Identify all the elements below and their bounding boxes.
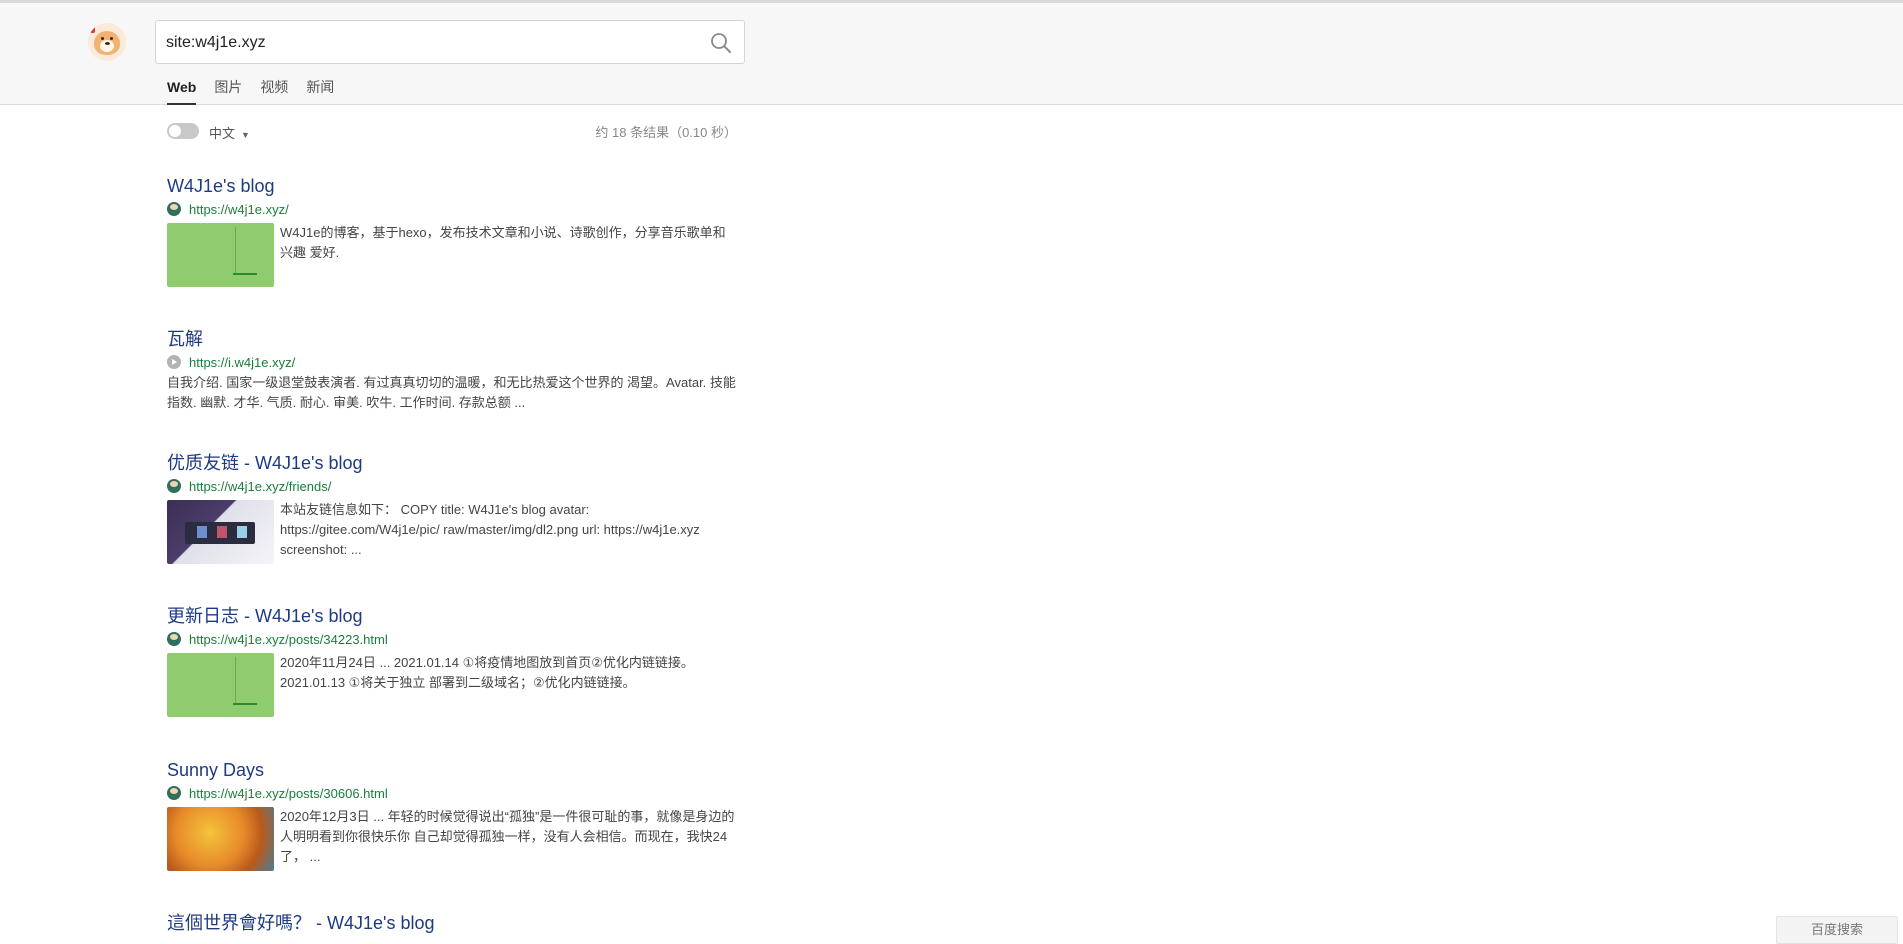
- toggle-knob: [169, 125, 181, 137]
- result-title-link[interactable]: 瓦解: [167, 328, 737, 350]
- result-url[interactable]: https://w4j1e.xyz/posts/30606.html: [189, 786, 388, 801]
- result-title-link[interactable]: Sunny Days: [167, 759, 737, 781]
- search-result: 瓦解 https://i.w4j1e.xyz/ 自我介绍. 国家一级退堂鼓表演者…: [167, 328, 737, 413]
- result-url[interactable]: https://w4j1e.xyz/: [189, 202, 289, 217]
- result-url[interactable]: https://w4j1e.xyz/posts/34223.html: [189, 632, 388, 647]
- blog-avatar-icon: [167, 632, 181, 646]
- result-snippet: 2020年11月24日 ... 2021.01.14 ①将疫情地图放到首页②优化…: [280, 655, 694, 690]
- region-toggle[interactable]: [167, 123, 199, 139]
- logo-icon[interactable]: [88, 23, 126, 61]
- tab-videos[interactable]: 视频: [260, 77, 288, 105]
- result-url[interactable]: https://w4j1e.xyz/friends/: [189, 479, 331, 494]
- search-result: 更新日志 - W4J1e's blog https://w4j1e.xyz/po…: [167, 605, 737, 717]
- result-snippet: 本站友链信息如下： COPY title: W4J1e's blog avata…: [280, 502, 700, 557]
- result-snippet: 2020年12月3日 ... 年轻的时候觉得说出“孤独”是一件很可耻的事，就像是…: [280, 809, 735, 864]
- result-title-link[interactable]: W4J1e's blog: [167, 175, 737, 197]
- caret-down-icon: ▼: [241, 130, 250, 140]
- blog-avatar-icon: [167, 202, 181, 216]
- result-url[interactable]: https://i.w4j1e.xyz/: [189, 355, 295, 370]
- filter-row: 中文 ▼ 约 18 条结果（0.10 秒）: [167, 120, 737, 142]
- search-result: 這個世界會好嗎？ - W4J1e's blog: [167, 912, 737, 934]
- result-title-link[interactable]: 這個世界會好嗎？ - W4J1e's blog: [167, 912, 737, 934]
- result-thumbnail[interactable]: [167, 807, 274, 871]
- search-result: Sunny Days https://w4j1e.xyz/posts/30606…: [167, 759, 737, 871]
- search-icon[interactable]: [710, 32, 732, 54]
- result-title-link[interactable]: 优质友链 - W4J1e's blog: [167, 452, 737, 474]
- search-box: [155, 20, 745, 64]
- tab-web[interactable]: Web: [167, 77, 197, 105]
- result-thumbnail[interactable]: [167, 653, 274, 717]
- search-result: W4J1e's blog https://w4j1e.xyz/ W4J1e的博客…: [167, 175, 737, 287]
- result-snippet: W4J1e的博客，基于hexo，发布技术文章和小说、诗歌创作，分享音乐歌单和兴趣…: [280, 225, 726, 260]
- play-circle-icon: [167, 355, 181, 369]
- tab-news[interactable]: 新闻: [306, 77, 334, 105]
- blog-avatar-icon: [167, 479, 181, 493]
- result-count: 约 18 条结果（0.10 秒）: [595, 125, 737, 140]
- result-thumbnail[interactable]: [167, 500, 274, 564]
- result-title-link[interactable]: 更新日志 - W4J1e's blog: [167, 605, 737, 627]
- blog-avatar-icon: [167, 786, 181, 800]
- language-dropdown[interactable]: 中文 ▼: [209, 123, 250, 142]
- result-thumbnail[interactable]: [167, 223, 274, 287]
- search-result: 优质友链 - W4J1e's blog https://w4j1e.xyz/fr…: [167, 452, 737, 564]
- tab-images[interactable]: 图片: [214, 77, 242, 105]
- search-input[interactable]: [166, 30, 686, 56]
- result-snippet: 自我介绍. 国家一级退堂鼓表演者. 有过真真切切的温暖，和无比热爱这个世界的 渴…: [167, 375, 736, 410]
- search-header: Web 图片 视频 新闻: [0, 3, 1903, 105]
- language-label: 中文: [209, 126, 236, 141]
- search-tabs: Web 图片 视频 新闻: [167, 77, 352, 105]
- baidu-search-button[interactable]: 百度搜索: [1776, 916, 1898, 944]
